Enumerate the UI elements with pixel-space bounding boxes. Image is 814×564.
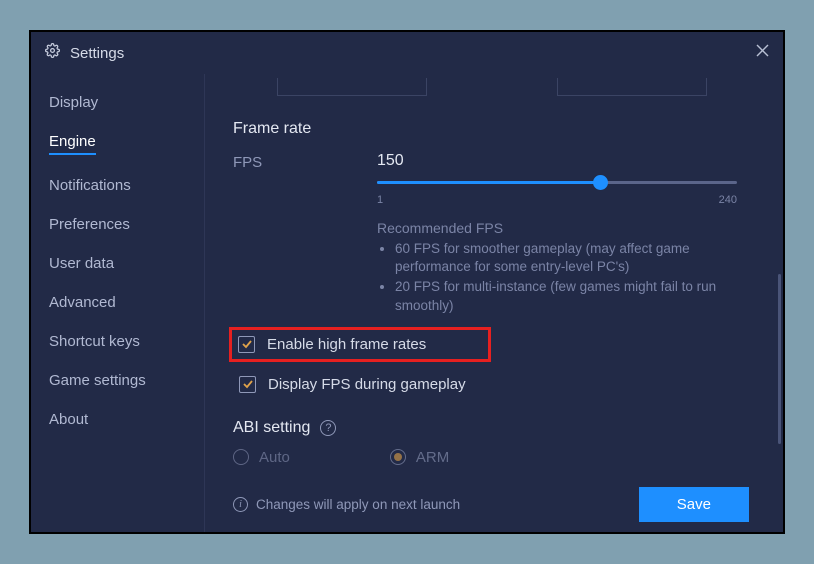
radio-icon: [233, 449, 249, 465]
fps-slider-max: 240: [719, 194, 737, 206]
info-icon: i: [233, 497, 248, 512]
enable-high-frame-rates-checkbox[interactable]: [238, 336, 255, 353]
radio-icon: [390, 449, 406, 465]
footer-message-text: Changes will apply on next launch: [256, 497, 460, 512]
recommended-fps-item: 20 FPS for multi-instance (few games mig…: [395, 278, 717, 314]
window-body: Display Engine Notifications Preferences…: [31, 74, 783, 532]
fps-slider-thumb[interactable]: [593, 175, 608, 190]
fps-value: 150: [377, 152, 737, 170]
sidebar-item-engine[interactable]: Engine: [49, 133, 96, 155]
window-title: Settings: [70, 45, 756, 62]
sidebar-item-shortcut-keys[interactable]: Shortcut keys: [49, 333, 140, 350]
footer-message: i Changes will apply on next launch: [233, 497, 460, 512]
sidebar: Display Engine Notifications Preferences…: [31, 74, 205, 532]
footer: i Changes will apply on next launch Save: [233, 487, 749, 522]
scrollbar-thumb[interactable]: [778, 274, 781, 444]
sidebar-item-game-settings[interactable]: Game settings: [49, 372, 146, 389]
sidebar-item-user-data[interactable]: User data: [49, 255, 114, 272]
display-fps-label: Display FPS during gameplay: [268, 376, 466, 393]
frame-rate-heading: Frame rate: [233, 120, 749, 138]
close-icon[interactable]: [756, 44, 769, 62]
display-fps-row[interactable]: Display FPS during gameplay: [233, 372, 472, 397]
fps-slider-range: 1 240: [377, 194, 737, 206]
recommended-fps-list: 60 FPS for smoother gameplay (may affect…: [377, 240, 717, 315]
enable-high-frame-rates-label: Enable high frame rates: [267, 336, 426, 353]
abi-setting-row: ABI setting ?: [233, 419, 749, 437]
fps-slider-group: 150 1 240 Recommended FPS 60 FPS for smo…: [377, 152, 737, 317]
help-icon[interactable]: ?: [320, 420, 336, 436]
sidebar-item-advanced[interactable]: Advanced: [49, 294, 116, 311]
save-button[interactable]: Save: [639, 487, 749, 522]
recommended-fps-item: 60 FPS for smoother gameplay (may affect…: [395, 240, 717, 276]
check-icon: [242, 378, 254, 390]
abi-radio-auto-label: Auto: [259, 449, 290, 466]
fps-label: FPS: [233, 152, 377, 171]
abi-radio-arm-label: ARM: [416, 449, 449, 466]
abi-radio-auto[interactable]: Auto: [233, 449, 290, 466]
settings-window: Settings Display Engine Notifications Pr…: [29, 30, 785, 534]
sidebar-item-display[interactable]: Display: [49, 94, 98, 111]
gear-icon: [45, 43, 60, 63]
fps-slider[interactable]: [377, 176, 737, 190]
recommended-fps-title: Recommended FPS: [377, 220, 737, 236]
enable-high-frame-rates-row[interactable]: Enable high frame rates: [229, 327, 491, 362]
sidebar-item-preferences[interactable]: Preferences: [49, 216, 130, 233]
display-fps-checkbox[interactable]: [239, 376, 256, 393]
fps-slider-min: 1: [377, 194, 383, 206]
abi-radio-group: Auto ARM: [233, 449, 749, 466]
cutoff-controls: [277, 78, 749, 96]
cutoff-select-left[interactable]: [277, 78, 427, 96]
titlebar: Settings: [31, 32, 783, 74]
sidebar-item-about[interactable]: About: [49, 411, 88, 428]
sidebar-item-notifications[interactable]: Notifications: [49, 177, 131, 194]
content-area: Frame rate FPS 150 1 240 Recommended FPS: [205, 74, 783, 532]
abi-radio-arm[interactable]: ARM: [390, 449, 449, 466]
check-icon: [241, 338, 253, 350]
abi-setting-title: ABI setting: [233, 419, 310, 437]
cutoff-select-right[interactable]: [557, 78, 707, 96]
fps-row: FPS 150 1 240 Recommended FPS 60 FPS for: [233, 152, 749, 317]
